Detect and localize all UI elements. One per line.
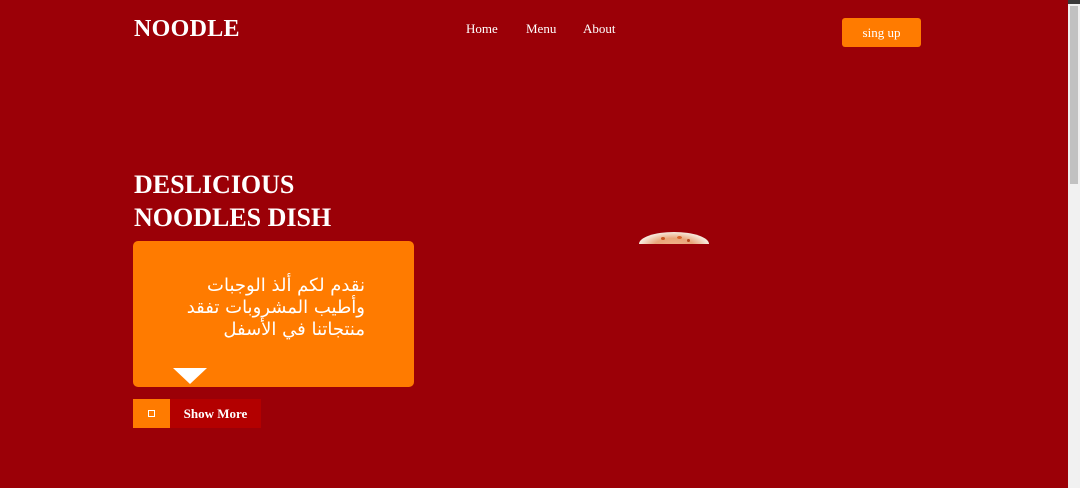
- site-logo[interactable]: NOODLE: [134, 16, 240, 43]
- dish-detail: [677, 236, 682, 239]
- page: NOODLE Home Menu About sing up DESLICIOU…: [0, 0, 1068, 484]
- dish-detail: [687, 239, 690, 242]
- nav-item-home[interactable]: Home: [466, 21, 498, 37]
- dish-plate: [639, 232, 709, 244]
- show-more-label[interactable]: Show More: [170, 399, 261, 428]
- signup-button[interactable]: sing up: [842, 18, 921, 47]
- hero-description-card: نقدم لكم ألذ الوجبات وأطيب المشروبات تفق…: [133, 241, 414, 387]
- hero-title-line2: NOODLES DISH: [134, 203, 332, 232]
- nav-item-menu[interactable]: Menu: [526, 21, 556, 37]
- show-more-button[interactable]: Show More: [133, 399, 261, 428]
- dish-detail: [661, 237, 665, 240]
- hero-title: DESLICIOUS NOODLES DISH: [134, 168, 331, 234]
- noodle-dish-image: [639, 232, 709, 244]
- hero-description-text: نقدم لكم ألذ الوجبات وأطيب المشروبات تفق…: [186, 275, 365, 340]
- vertical-scrollbar[interactable]: [1068, 4, 1080, 488]
- scrollbar-thumb[interactable]: [1070, 6, 1078, 184]
- hero-title-line1: DESLICIOUS: [134, 170, 295, 199]
- nav-item-about[interactable]: About: [583, 21, 616, 37]
- triangle-down-icon: [173, 368, 207, 384]
- show-more-icon-box[interactable]: [133, 399, 170, 428]
- square-icon: [148, 410, 155, 417]
